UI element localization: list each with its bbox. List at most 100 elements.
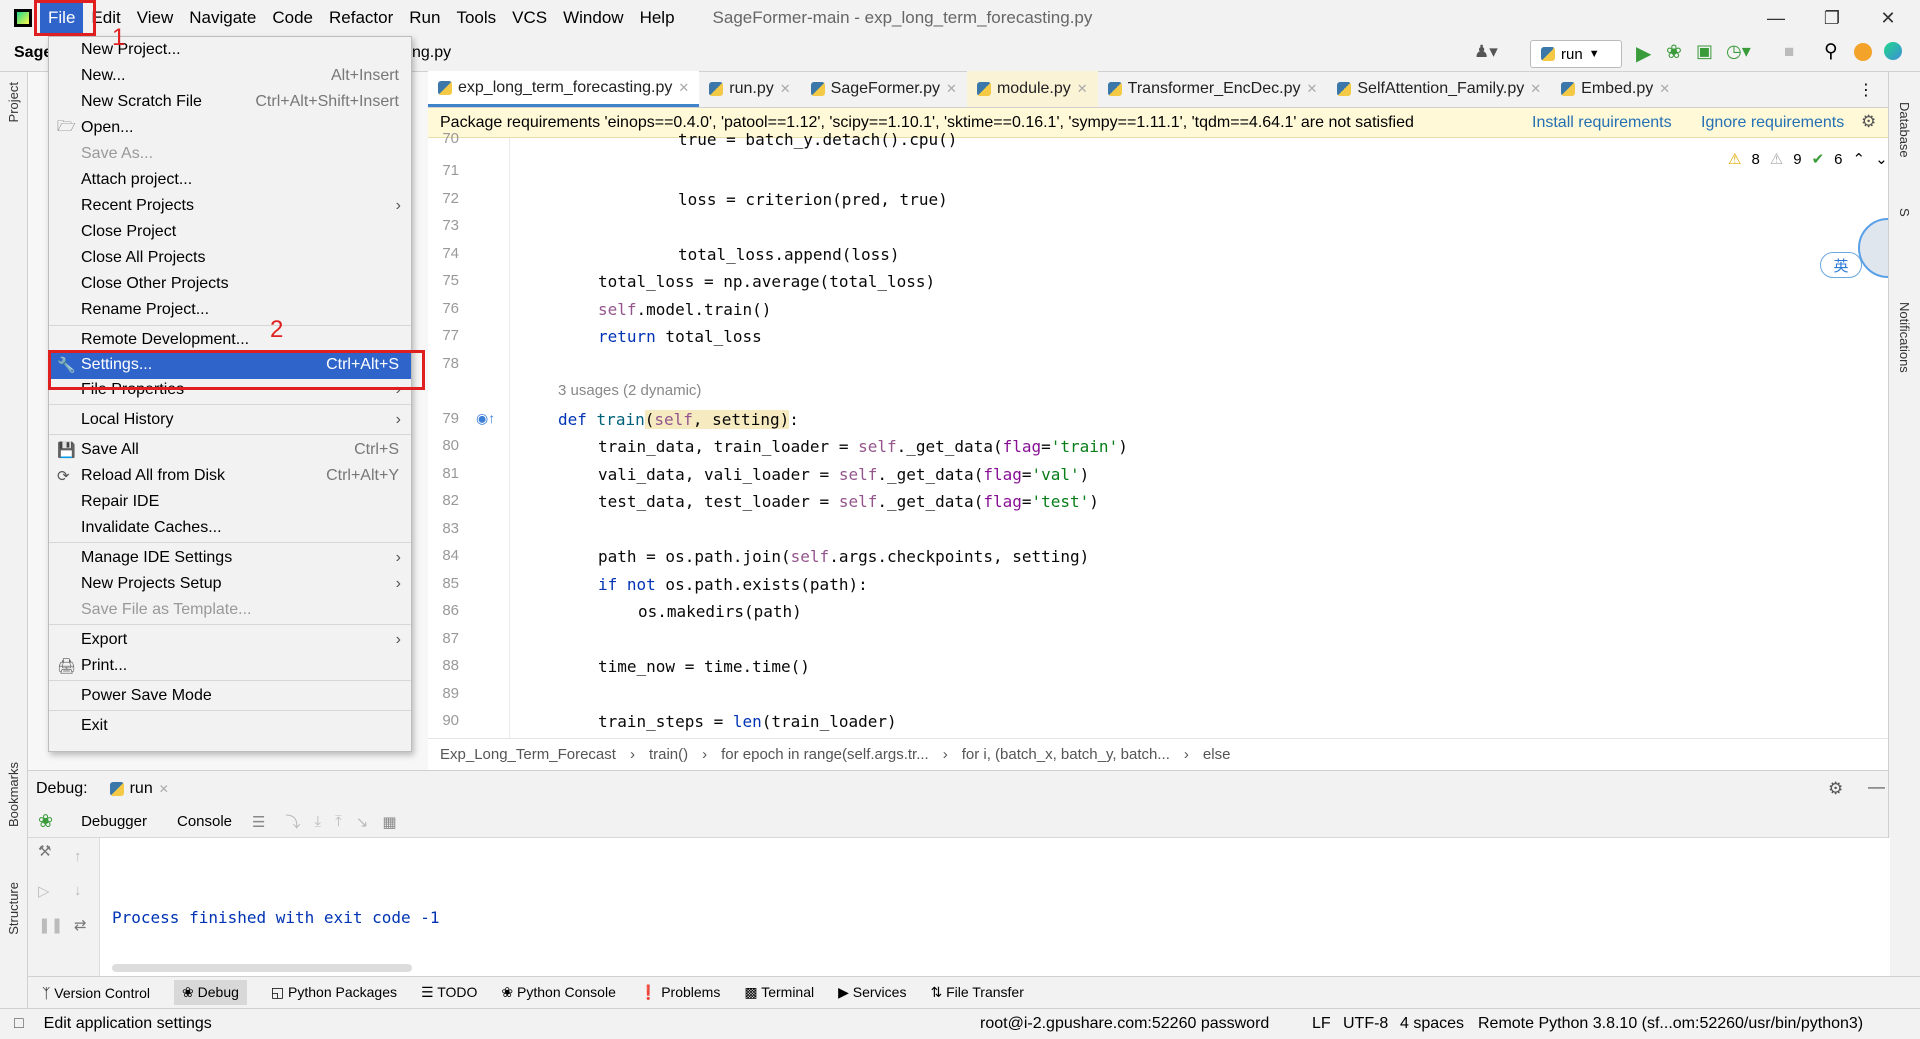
close-icon[interactable]: ✕ — [1862, 0, 1914, 36]
override-gutter-icon[interactable]: ◉↑ — [476, 410, 495, 427]
menu-view[interactable]: View — [129, 0, 182, 36]
menu-save-file-as-template[interactable]: Save File as Template... — [49, 597, 411, 623]
menu-close-other-projects[interactable]: Close Other Projects — [49, 271, 411, 297]
menu-vcs[interactable]: VCS — [504, 0, 555, 36]
jetbrains-icon[interactable] — [1884, 42, 1902, 60]
menu-refactor[interactable]: Refactor — [321, 0, 401, 36]
terminal-tool[interactable]: ▩ Terminal — [744, 984, 814, 1001]
breadcrumb-item[interactable]: train() — [649, 746, 688, 763]
console-tab[interactable]: Console — [177, 813, 232, 830]
tab-transformer-encdec[interactable]: Transformer_EncDec.py ✕ — [1098, 71, 1328, 107]
update-icon[interactable] — [1854, 43, 1872, 61]
debug-tool[interactable]: ❀ Debug — [174, 980, 247, 1005]
coverage-icon[interactable]: ▣ — [1696, 41, 1713, 62]
resume-icon[interactable]: ▷ — [38, 882, 50, 900]
minimize-icon[interactable]: — — [1750, 0, 1802, 36]
menu-new-project[interactable]: New Project... — [49, 37, 411, 63]
ime-indicator[interactable]: 英 — [1820, 252, 1862, 278]
run-icon[interactable]: ▶ — [1636, 41, 1651, 66]
menu-recent-projects[interactable]: Recent Projects › — [49, 193, 411, 219]
tab-embed[interactable]: Embed.py ✕ — [1551, 71, 1680, 107]
rerun-debug-icon[interactable]: ❀ — [38, 811, 53, 832]
tab-run[interactable]: run.py ✕ — [699, 71, 800, 107]
version-control-tool[interactable]: ᛉ Version Control — [42, 985, 150, 1001]
services-tool[interactable]: ▶ Services — [838, 984, 906, 1001]
profile-icon[interactable]: ◷▾ — [1726, 41, 1751, 62]
menu-attach-project[interactable]: Attach project... — [49, 167, 411, 193]
bookmarks-tool-button[interactable]: Bookmarks — [6, 762, 21, 827]
breadcrumb-item[interactable]: for epoch in range(self.args.tr... — [721, 746, 929, 763]
debug-run-tab[interactable]: run ✕ — [109, 780, 169, 798]
search-icon[interactable]: ⚲ — [1824, 40, 1838, 63]
close-tab-icon[interactable]: ✕ — [678, 80, 689, 96]
menu-repair-ide[interactable]: Repair IDE — [49, 489, 411, 515]
todo-tool[interactable]: ☰ TODO — [421, 984, 477, 1001]
tab-selfattention-family[interactable]: SelfAttention_Family.py ✕ — [1327, 71, 1551, 107]
run-to-cursor-icon[interactable]: ↘ — [356, 813, 369, 831]
restore-icon[interactable]: ❐ — [1806, 0, 1858, 36]
menu-local-history[interactable]: Local History › — [49, 407, 411, 433]
indent-setting[interactable]: 4 spaces — [1400, 1015, 1464, 1033]
user-icon[interactable]: ♟▾ — [1474, 42, 1498, 62]
menu-lines-icon[interactable]: ☰ — [252, 813, 265, 831]
more-tabs-icon[interactable]: ⋮ — [1858, 80, 1874, 100]
tab-exp-long-term-forecasting[interactable]: exp_long_term_forecasting.py ✕ — [428, 71, 700, 107]
menu-reload-all[interactable]: ⟳ Reload All from Disk Ctrl+Alt+Y — [49, 463, 411, 489]
menu-tools[interactable]: Tools — [448, 0, 504, 36]
hide-icon[interactable]: — — [1868, 777, 1885, 797]
tab-module[interactable]: module.py ✕ — [966, 71, 1098, 107]
step-out-icon[interactable]: ⤒ — [335, 813, 342, 830]
breadcrumb-item[interactable]: Exp_Long_Term_Forecast — [440, 746, 616, 763]
file-transfer-tool[interactable]: ⇅ File Transfer — [930, 984, 1023, 1001]
run-config-dropdown[interactable]: run ▼ — [1530, 40, 1622, 68]
menu-rename-project[interactable]: Rename Project... — [49, 297, 411, 323]
console-output[interactable]: Process finished with exit code -1 — [100, 838, 1890, 976]
pause-icon[interactable]: ❚❚ — [38, 916, 63, 934]
notifications-tool-button[interactable]: Notifications — [1897, 302, 1912, 373]
close-tab-icon[interactable]: ✕ — [159, 782, 169, 796]
arrow-up-icon[interactable]: ↑ — [74, 848, 82, 865]
menu-window[interactable]: Window — [555, 0, 631, 36]
inspection-widget[interactable]: ⚠ 8 ⚠ 9 ✔ 6 ⌃ ⌄ — [1728, 150, 1888, 169]
menu-code[interactable]: Code — [264, 0, 321, 36]
project-name[interactable]: Sage — [14, 44, 52, 62]
soft-wrap-icon[interactable]: ⇄ — [74, 916, 87, 934]
arrow-down-icon[interactable]: ↓ — [74, 882, 82, 899]
line-separator[interactable]: LF — [1312, 1015, 1331, 1033]
chevron-down-icon[interactable]: ⌄ — [1875, 150, 1888, 168]
menu-export[interactable]: Export › — [49, 627, 411, 653]
usages-hint[interactable]: 3 usages (2 dynamic) — [558, 382, 701, 399]
stop-icon[interactable]: ■ — [1784, 42, 1794, 62]
structure-tool-button[interactable]: Structure — [6, 882, 21, 935]
horizontal-scrollbar[interactable] — [112, 964, 412, 972]
menu-new-scratch-file[interactable]: New Scratch File Ctrl+Alt+Shift+Insert — [49, 89, 411, 115]
menu-save-all[interactable]: 💾 Save All Ctrl+S — [49, 437, 411, 463]
menu-invalidate-caches[interactable]: Invalidate Caches... — [49, 515, 411, 541]
database-tool-button[interactable]: Database — [1897, 102, 1912, 158]
close-tab-icon[interactable]: ✕ — [1659, 81, 1670, 97]
menu-exit[interactable]: Exit — [49, 713, 411, 739]
ignore-requirements-link[interactable]: Ignore requirements — [1701, 114, 1844, 132]
debugger-tab[interactable]: Debugger — [81, 813, 147, 830]
menu-open[interactable]: 🗁 Open... — [49, 115, 411, 141]
evaluate-icon[interactable]: ▦ — [382, 813, 396, 831]
menu-print[interactable]: 🖨 Print... — [49, 653, 411, 679]
wrench-icon[interactable]: ⚒ — [38, 842, 51, 860]
install-requirements-link[interactable]: Install requirements — [1532, 114, 1672, 132]
nav-path[interactable]: ng.py — [412, 44, 451, 62]
menu-save-as[interactable]: Save As... — [49, 141, 411, 167]
menu-manage-ide-settings[interactable]: Manage IDE Settings › — [49, 545, 411, 571]
python-packages-tool[interactable]: ◱ Python Packages — [271, 984, 397, 1001]
tab-sageformer[interactable]: SageFormer.py ✕ — [801, 71, 967, 107]
debug-icon[interactable]: ❀ — [1666, 41, 1682, 64]
close-tab-icon[interactable]: ✕ — [946, 81, 957, 97]
menu-navigate[interactable]: Navigate — [181, 0, 264, 36]
menu-close-project[interactable]: Close Project — [49, 219, 411, 245]
step-into-icon[interactable]: ⤓ — [315, 813, 322, 830]
menu-help[interactable]: Help — [632, 0, 683, 36]
project-tool-button[interactable]: Project — [6, 82, 21, 122]
file-encoding[interactable]: UTF-8 — [1343, 1015, 1388, 1033]
menu-run[interactable]: Run — [401, 0, 448, 36]
menu-close-all-projects[interactable]: Close All Projects — [49, 245, 411, 271]
menu-new[interactable]: New... Alt+Insert — [49, 63, 411, 89]
